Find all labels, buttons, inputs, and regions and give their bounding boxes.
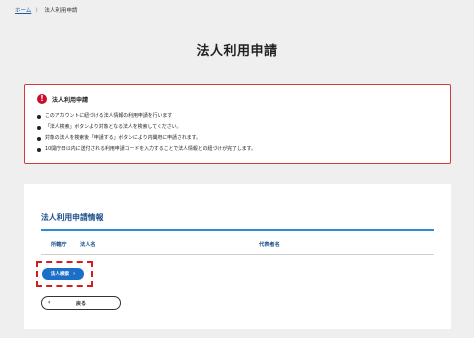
breadcrumb-separator: 〉 — [35, 7, 41, 14]
notice-box: ! 法人利用申請 このアカウントに紐づける法人情報の利用申請を行います 「法人検… — [24, 84, 451, 164]
notice-item: 対象の法人を検索後「申請する」ボタンにより内閣府に申請されます。 — [37, 133, 256, 144]
notice-item-text: 「法人検索」ボタンより対象となる法人を検索してください。 — [45, 124, 182, 130]
title-underline — [41, 229, 434, 231]
alert-icon: ! — [37, 94, 47, 104]
chevron-right-icon: › — [73, 271, 76, 277]
bullet-icon — [37, 147, 41, 152]
application-info-card: 法人利用申請情報 所轄庁 法人名 代表者名 法人検索 › ‹ 戻る — [24, 184, 451, 329]
notice-item: 「法人検索」ボタンより対象となる法人を検索してください。 — [37, 122, 256, 133]
breadcrumb: ホーム 〉 法人利用申請 — [15, 6, 78, 15]
bullet-icon — [37, 136, 41, 141]
notice-item-text: 10開庁日以内に送付される利用申請コードを入力することで法人情報との紐づけが完了… — [45, 146, 256, 152]
notice-title: 法人利用申請 — [52, 96, 89, 104]
table-divider — [41, 254, 434, 255]
column-header-corp-name: 法人名 — [80, 242, 96, 248]
bullet-icon — [37, 114, 41, 119]
notice-item-text: 対象の法人を検索後「申請する」ボタンにより内閣府に申請されます。 — [45, 135, 201, 141]
page-title: 法人利用申請 — [196, 44, 278, 59]
search-button-label: 法人検索 — [50, 272, 70, 277]
back-button-label: 戻る — [75, 301, 86, 307]
card-title: 法人利用申請情報 — [41, 213, 104, 222]
notice-header: ! 法人利用申請 — [37, 94, 88, 104]
breadcrumb-home-link[interactable]: ホーム — [15, 6, 31, 14]
notice-item: このアカウントに紐づける法人情報の利用申請を行います — [37, 111, 256, 122]
breadcrumb-current: 法人利用申請 — [44, 8, 78, 14]
back-button[interactable]: ‹ 戻る — [41, 296, 121, 310]
notice-item-text: このアカウントに紐づける法人情報の利用申請を行います — [45, 113, 173, 119]
bullet-icon — [37, 125, 41, 130]
column-header-representative: 代表者名 — [259, 242, 280, 248]
corp-search-button[interactable]: 法人検索 › — [42, 268, 84, 280]
column-header-office: 所轄庁 — [51, 242, 67, 248]
notice-list: このアカウントに紐づける法人情報の利用申請を行います 「法人検索」ボタンより対象… — [37, 111, 256, 155]
notice-item: 10開庁日以内に送付される利用申請コードを入力することで法人情報との紐づけが完了… — [37, 144, 256, 155]
